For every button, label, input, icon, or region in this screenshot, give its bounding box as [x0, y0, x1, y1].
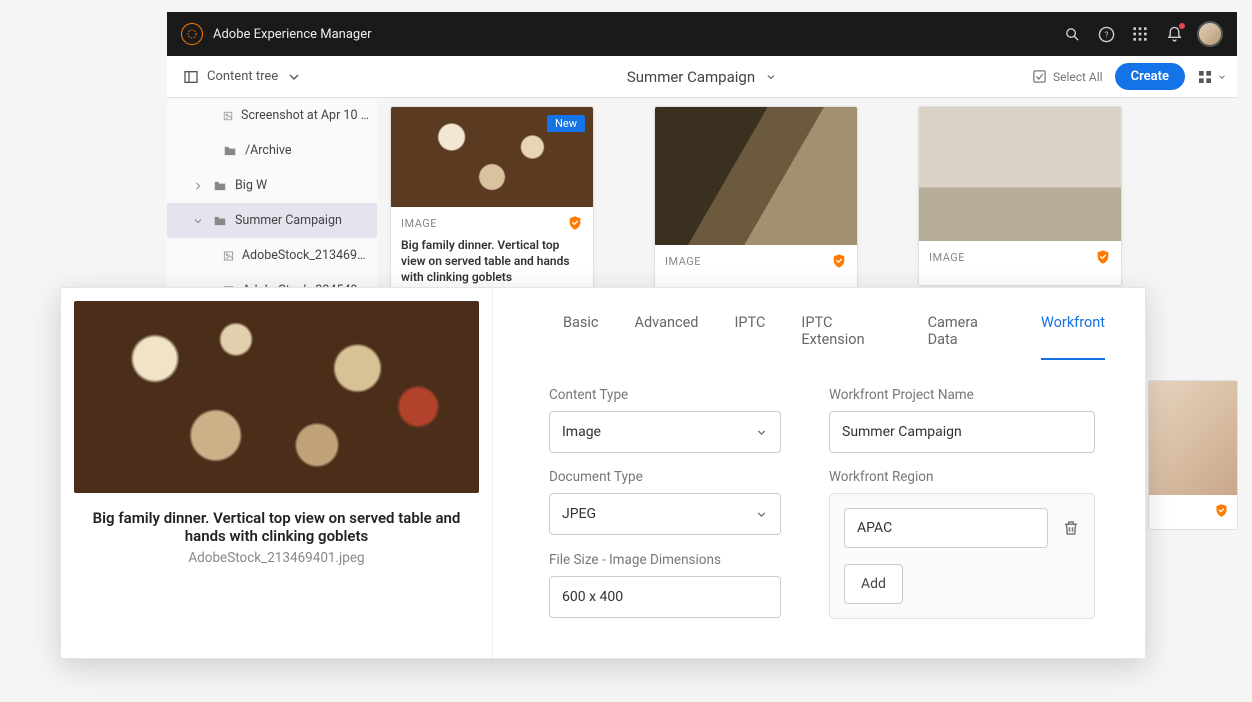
folder-icon [213, 179, 227, 193]
asset-thumbnail [655, 107, 857, 245]
sidebar-item-label: AdobeStock_213469401.jpeg [242, 248, 369, 263]
folder-icon [213, 214, 227, 228]
field-label: Workfront Region [829, 469, 1095, 485]
metadata-panel: Big family dinner. Vertical top view on … [60, 287, 1146, 659]
asset-thumbnail [1149, 381, 1237, 495]
toolbar: Content tree Summer Campaign Select All … [167, 56, 1237, 98]
sidebar-item-archive[interactable]: /Archive [167, 133, 377, 168]
asset-type: IMAGE [401, 217, 437, 230]
field-region: Workfront Region Add [829, 469, 1095, 619]
field-label: File Size - Image Dimensions [549, 552, 781, 568]
breadcrumb-label: Summer Campaign [627, 68, 755, 86]
sidebar-item-label: Summer Campaign [235, 213, 342, 228]
asset-card[interactable]: IMAGE [918, 106, 1122, 286]
notification-badge [1178, 22, 1186, 30]
folder-icon [223, 144, 237, 158]
field-document-type: Document Type JPEG [549, 469, 781, 536]
sidebar-item-label: /Archive [245, 143, 292, 158]
asset-title: Big family dinner. Vertical top view on … [401, 237, 583, 286]
project-name-input[interactable] [829, 411, 1095, 453]
workfront-icon [831, 253, 847, 269]
sidebar-item-screenshot[interactable]: Screenshot at Apr 10 02-23-07.p [167, 98, 377, 133]
asset-card[interactable]: New IMAGE Big family dinner. Vertical to… [390, 106, 594, 297]
metadata-tabs: Basic Advanced IPTC IPTC Extension Camer… [493, 288, 1145, 361]
checkbox-icon [1032, 69, 1047, 84]
chevron-down-icon [765, 71, 777, 83]
field-label: Workfront Project Name [829, 387, 1095, 403]
create-button[interactable]: Create [1115, 63, 1185, 90]
chevron-right-icon [191, 180, 205, 192]
user-avatar[interactable] [1197, 21, 1223, 47]
chevron-down-icon [286, 69, 302, 85]
preview-filename: AdobeStock_213469401.jpeg [74, 550, 479, 566]
tab-iptc[interactable]: IPTC [734, 314, 765, 360]
region-multifield: Add [829, 493, 1095, 619]
preview-title: Big family dinner. Vertical top view on … [74, 509, 479, 545]
asset-grid: New IMAGE Big family dinner. Vertical to… [390, 106, 1227, 297]
select-all[interactable]: Select All [1032, 69, 1103, 84]
content-type-select[interactable]: Image [549, 411, 781, 453]
file-size-input[interactable] [549, 576, 781, 618]
field-content-type: Content Type Image [549, 387, 781, 453]
svg-text:?: ? [1104, 30, 1108, 40]
preview-pane: Big family dinner. Vertical top view on … [61, 288, 493, 658]
help-icon[interactable]: ? [1089, 17, 1123, 51]
image-file-icon [223, 249, 234, 263]
sidebar-item-asset-1[interactable]: AdobeStock_213469401.jpeg [167, 238, 377, 273]
asset-card[interactable]: IMAGE [654, 106, 858, 290]
search-icon[interactable] [1055, 17, 1089, 51]
region-input[interactable] [844, 508, 1048, 548]
view-switcher[interactable] [1197, 69, 1227, 85]
workfront-icon [1214, 503, 1229, 518]
topbar: Adobe Experience Manager ? [167, 12, 1237, 56]
content-tree: Screenshot at Apr 10 02-23-07.p /Archive… [167, 98, 377, 308]
workfront-icon [1095, 249, 1111, 265]
sidebar-item-label: Big W [235, 178, 267, 193]
workfront-icon [567, 215, 583, 231]
document-type-select[interactable]: JPEG [549, 493, 781, 535]
sidebar-item-summer-campaign[interactable]: Summer Campaign [167, 203, 377, 238]
asset-preview [74, 301, 479, 493]
breadcrumb[interactable]: Summer Campaign [627, 68, 777, 86]
app-title: Adobe Experience Manager [213, 27, 372, 42]
chevron-down-icon [755, 426, 768, 439]
tab-workfront[interactable]: Workfront [1041, 314, 1105, 360]
app-logo [181, 23, 203, 45]
delete-icon[interactable] [1062, 519, 1080, 537]
tab-basic[interactable]: Basic [563, 314, 599, 360]
asset-type: IMAGE [665, 255, 701, 268]
image-file-icon [223, 109, 233, 123]
field-project-name: Workfront Project Name [829, 387, 1095, 453]
field-file-size: File Size - Image Dimensions [549, 552, 781, 619]
content-tree-toggle[interactable]: Content tree [177, 63, 308, 91]
tab-advanced[interactable]: Advanced [635, 314, 699, 360]
content-tree-label: Content tree [207, 69, 278, 84]
chevron-down-icon [1217, 72, 1227, 82]
sidebar-item-bigw[interactable]: Big W [167, 168, 377, 203]
new-badge: New [547, 115, 585, 132]
sidebar-item-label: Screenshot at Apr 10 02-23-07.p [241, 108, 369, 123]
select-value: JPEG [562, 506, 596, 522]
notifications-icon[interactable] [1157, 17, 1191, 51]
metadata-form: Content Type Image Workfront Project Nam… [493, 361, 1145, 619]
asset-thumbnail: New [391, 107, 593, 207]
field-label: Content Type [549, 387, 781, 403]
asset-thumbnail [919, 107, 1121, 241]
select-value: Image [562, 424, 601, 440]
apps-icon[interactable] [1123, 17, 1157, 51]
chevron-down-icon [191, 215, 205, 227]
tab-camera-data[interactable]: Camera Data [928, 314, 1005, 360]
field-label: Document Type [549, 469, 781, 485]
asset-card[interactable] [1148, 380, 1238, 530]
asset-type: IMAGE [929, 251, 965, 264]
select-all-label: Select All [1053, 70, 1103, 84]
add-region-button[interactable]: Add [844, 564, 903, 604]
chevron-down-icon [755, 508, 768, 521]
tab-iptc-extension[interactable]: IPTC Extension [801, 314, 891, 360]
